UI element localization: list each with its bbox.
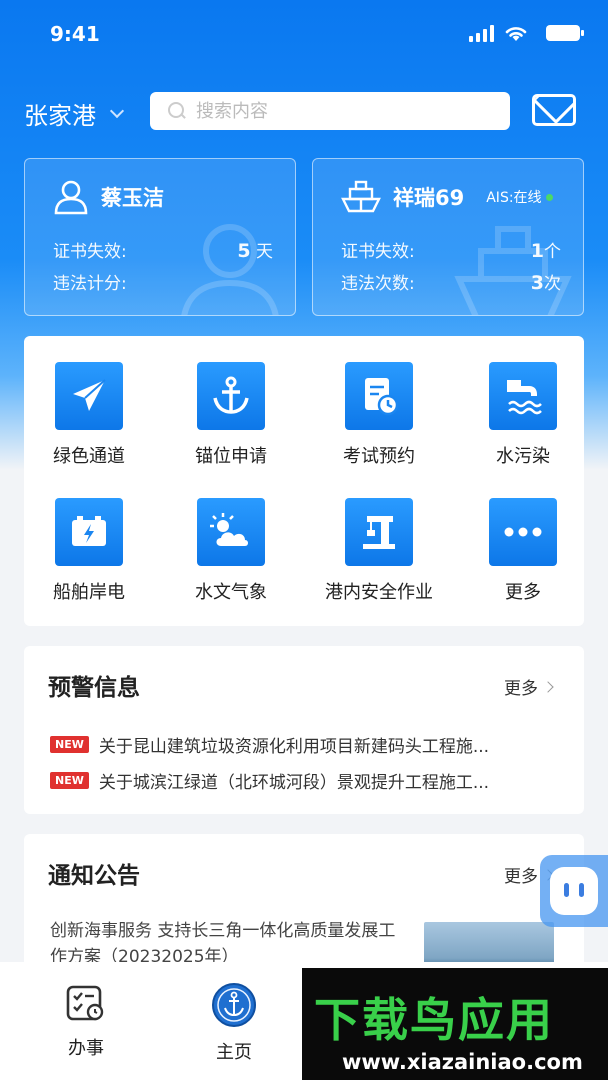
service-label: 港内安全作业 [325,582,433,603]
service-green-channel[interactable]: 绿色通道 [24,362,154,492]
tasks-icon [66,985,104,1021]
person-card-header: 蔡玉洁 [53,179,164,215]
service-exam[interactable]: 考试预约 [314,362,444,492]
tab-label: 主页 [216,1042,252,1063]
user-watermark-icon [181,224,279,315]
ais-label: AIS:在线 [486,190,542,206]
service-label: 绿色通道 [53,446,125,467]
person-card[interactable]: 蔡玉洁 证书失效: 5 天 违法计分: [24,158,296,316]
tab-home[interactable]: 主页 [174,982,294,1064]
more-icon [489,498,557,566]
city-label: 张家港 [24,102,96,130]
top-row: 张家港 [0,92,608,132]
row-label: 违法计分: [53,274,127,294]
battery-icon [55,498,123,566]
ad-title: 下载鸟应用 [314,993,554,1047]
ship-name: 祥瑞69 [393,186,465,210]
wifi-icon [505,27,527,41]
service-water-pollution[interactable]: 水污染 [458,362,588,492]
service-label: 锚位申请 [195,446,267,467]
weather-icon [197,498,265,566]
ship-card[interactable]: 祥瑞69 AIS:在线 证书失效: 1个 违法次数: 3次 [312,158,584,316]
ais-status: AIS:在线 [486,187,553,207]
row-label: 证书失效: [53,242,127,262]
service-label: 考试预约 [343,446,415,467]
chevron-right-icon [542,680,554,693]
ship-icon [341,180,381,213]
service-weather[interactable]: 水文气象 [166,498,296,628]
mail-icon[interactable] [532,94,576,126]
notices-title: 通知公告 [48,863,140,889]
service-label: 水污染 [496,446,550,467]
robot-face-icon [550,867,598,915]
new-badge: NEW [50,772,89,789]
exam-schedule-icon [345,362,413,430]
tab-tasks[interactable]: 办事 [26,982,146,1060]
online-dot-icon [545,193,553,201]
service-label: 水文气象 [195,582,267,603]
search-box[interactable] [150,92,510,130]
status-icons [469,24,584,42]
signal-icon [469,24,494,42]
service-label: 船舶岸电 [53,582,125,603]
service-port-safety[interactable]: 港内安全作业 [314,498,444,628]
service-anchor[interactable]: 锚位申请 [166,362,296,492]
service-label: 更多 [505,582,541,603]
battery-icon [546,25,584,41]
paper-plane-icon [55,362,123,430]
warnings-title: 预警信息 [48,675,140,701]
search-input[interactable] [196,100,476,122]
warning-text: 关于城滨江绿道（北环城河段）景观提升工程施工... [98,773,490,793]
maritime-emblem-icon [212,983,256,1027]
more-label: 更多 [504,867,538,887]
water-pollution-icon [489,362,557,430]
ship-watermark-icon [454,226,572,315]
more-label: 更多 [504,679,538,699]
warning-item[interactable]: NEW 关于城滨江绿道（北环城河段）景观提升工程施工... [50,768,550,793]
new-badge: NEW [50,736,89,753]
tab-label: 办事 [68,1038,104,1059]
row-label: 违法次数: [341,274,415,294]
person-name: 蔡玉洁 [101,186,164,210]
search-icon [168,102,186,120]
assistant-float-button[interactable] [540,855,608,927]
services-grid: 绿色通道 锚位申请 考试预约 水污染 船舶岸电 水文气象 港内安全作业 更多 [24,336,584,626]
service-more[interactable]: 更多 [458,498,588,628]
chevron-down-icon [109,103,125,118]
crane-icon [345,498,413,566]
warnings-more-link[interactable]: 更多 [504,674,554,699]
city-selector[interactable]: 张家港 [24,96,125,131]
warnings-panel: 预警信息 更多 NEW 关于昆山建筑垃圾资源化利用项目新建码头工程施... NE… [24,646,584,814]
status-time: 9:41 [50,22,100,46]
warning-text: 关于昆山建筑垃圾资源化利用项目新建码头工程施... [98,737,490,757]
download-ad-banner[interactable]: 下载鸟应用 www.xiazainiao.com [302,968,608,1080]
ad-url: www.xiazainiao.com [342,1050,583,1074]
anchor-icon [197,362,265,430]
warning-item[interactable]: NEW 关于昆山建筑垃圾资源化利用项目新建码头工程施... [50,732,550,757]
service-shore-power[interactable]: 船舶岸电 [24,498,154,628]
row-label: 证书失效: [341,242,415,262]
user-icon [54,180,88,215]
status-bar: 9:41 [0,0,608,70]
